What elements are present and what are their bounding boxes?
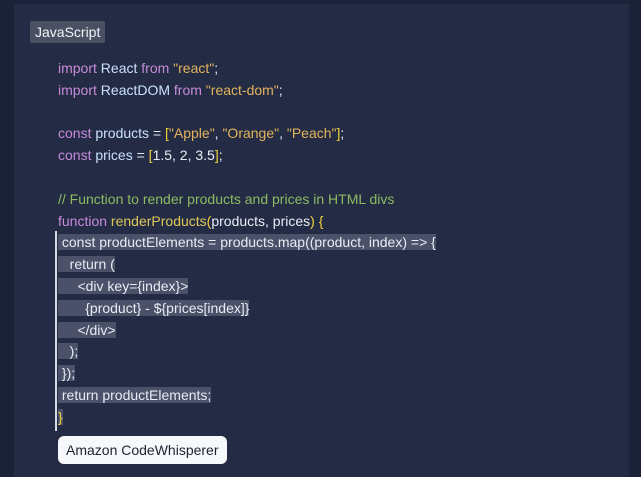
- code-token: renderProducts: [107, 212, 207, 229]
- code-token: ;: [278, 81, 283, 98]
- language-label: JavaScript: [30, 21, 106, 43]
- code-token: return (: [58, 256, 115, 273]
- code-line: return (: [58, 254, 436, 276]
- code-token: ,: [279, 125, 287, 142]
- code-token: import: [58, 60, 97, 76]
- code-token: {: [314, 212, 324, 229]
- code-line: });: [58, 363, 436, 385]
- suggestion-gutter-bar: [55, 231, 57, 431]
- code-token: from: [173, 81, 202, 98]
- code-block[interactable]: import React from "react"; import ReactDO…: [58, 58, 436, 429]
- code-token: function: [58, 212, 108, 229]
- code-line: function renderProducts(products, prices…: [58, 211, 436, 233]
- code-token: ;: [214, 60, 219, 76]
- code-token: =: [152, 125, 166, 142]
- code-token: <div key={index}>: [58, 277, 189, 294]
- code-token: "Peach": [286, 125, 337, 142]
- code-token: ;: [340, 125, 345, 142]
- code-line: const productElements = products.map((pr…: [58, 232, 436, 254]
- code-line: );: [58, 341, 436, 363]
- code-token: {product} - ${prices[index]}: [58, 299, 250, 316]
- code-token: prices: [91, 147, 137, 164]
- code-line: import React from "react";: [58, 58, 436, 80]
- code-line: return productElements;: [58, 385, 436, 407]
- code-token: "react": [169, 60, 215, 76]
- code-line: import ReactDOM from "react-dom";: [58, 80, 436, 102]
- code-line: const prices = [1.5, 2, 3.5];: [58, 145, 436, 167]
- code-token: const: [58, 147, 92, 164]
- code-line: {product} - ${prices[index]}: [58, 298, 436, 320]
- code-line: <div key={index}>: [58, 276, 436, 298]
- code-line: const products = ["Apple", "Orange", "Pe…: [58, 123, 436, 145]
- code-token: }: [58, 408, 63, 425]
- code-token: );: [58, 343, 79, 360]
- code-token: from: [141, 60, 170, 76]
- codewhisperer-tooltip: Amazon CodeWhisperer: [58, 436, 227, 464]
- code-token: // Function to render products and price…: [58, 190, 395, 207]
- code-token: products, prices: [211, 212, 311, 229]
- code-token: products: [91, 125, 153, 142]
- code-token: </div>: [58, 321, 116, 338]
- code-token: "react-dom": [201, 81, 279, 98]
- code-line: }: [58, 407, 436, 429]
- code-line: // Function to render products and price…: [58, 189, 436, 211]
- code-token: ReactDOM: [96, 81, 174, 98]
- code-line: </div>: [58, 320, 436, 342]
- code-token: });: [58, 365, 76, 382]
- code-token: =: [136, 147, 149, 164]
- code-token: 1.5, 2, 3.5: [152, 147, 215, 164]
- code-token: "Apple": [168, 125, 215, 142]
- code-token: import: [58, 81, 97, 98]
- code-token: ;: [218, 147, 223, 164]
- code-token: const productElements = products.map((pr…: [58, 234, 436, 251]
- code-token: "Orange": [222, 125, 280, 142]
- code-token: const: [58, 125, 92, 142]
- code-token: return productElements;: [58, 386, 212, 403]
- code-token: React: [96, 60, 142, 76]
